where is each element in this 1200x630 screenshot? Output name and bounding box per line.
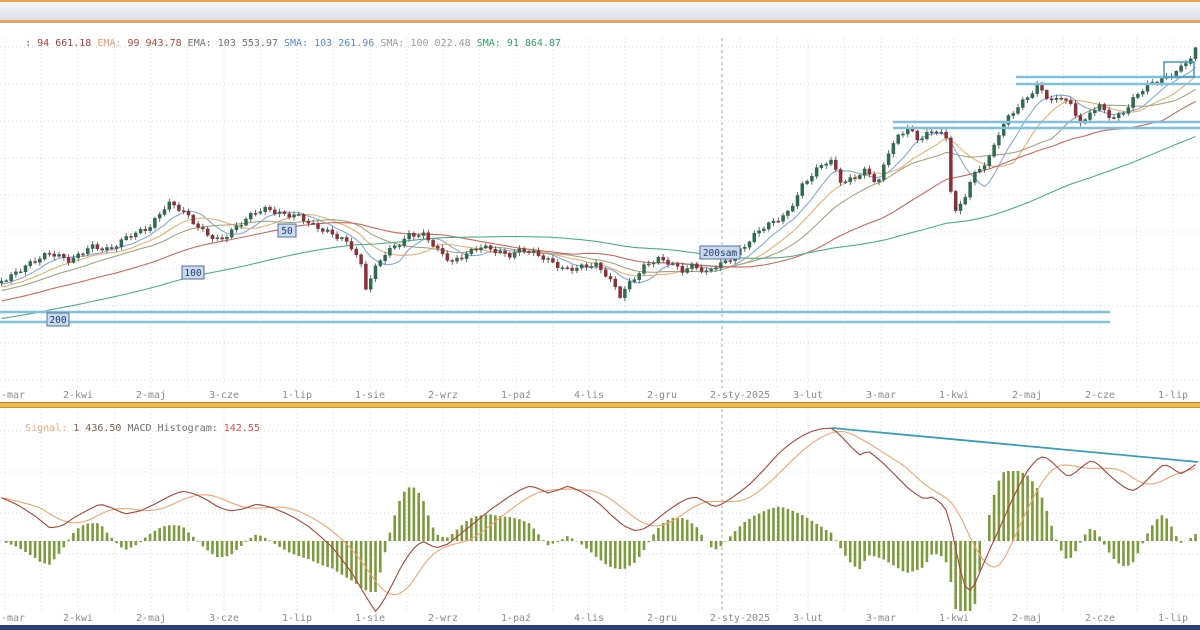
x-tick-label: 2-cze <box>1085 613 1115 624</box>
x-tick-label: 1-lip <box>1158 613 1188 624</box>
x-tick-label: 2-wrz <box>428 390 458 401</box>
x-tick-label: 2-wrz <box>428 613 458 624</box>
x-tick-label: 4-lis <box>574 613 604 624</box>
x-tick-label: 2-kwi <box>63 613 93 624</box>
ma-label-text: 50 <box>281 226 293 237</box>
x-tick-label: 1-paź <box>501 612 531 624</box>
macd-indicator-row: Signal: 1 436.50 MACD Histogram: 142.55 <box>1 409 260 422</box>
ma-line-45 <box>2 101 1196 300</box>
x-tick-label: 2-maj <box>136 613 166 624</box>
x-tick-label: 2-maj <box>1012 390 1042 401</box>
footer-bar <box>0 625 1200 630</box>
ema-slow-value: 103 553.97 <box>218 38 284 49</box>
ma-line-90 <box>2 137 1196 319</box>
ma-label-text: 200sam <box>703 248 738 259</box>
x-tick-label: 1-lip <box>282 390 312 401</box>
macd-trendline[interactable] <box>832 428 1198 462</box>
sma50-label: SMA: <box>284 38 314 49</box>
x-tick-label: 2-kwi <box>63 390 93 401</box>
x-tick-label: -mar <box>1 613 25 624</box>
macd-line <box>2 428 1196 611</box>
ma-label-text: 100 <box>184 268 201 279</box>
x-tick-label: 1-lip <box>1158 390 1188 401</box>
x-tick-label: 3-lut <box>793 390 823 401</box>
ema-fast-label: EMA: <box>97 38 127 49</box>
ma-line-22 <box>2 89 1196 290</box>
x-tick-label: 4-lis <box>574 390 604 401</box>
x-tick-label: 2-sty-2025 <box>710 613 770 624</box>
x-tick-label: 2-cze <box>1085 390 1115 401</box>
price-value: : 94 661.18 <box>25 38 97 49</box>
x-tick-label: 1-paź <box>501 389 531 401</box>
x-tick-label: 1-sie <box>355 613 385 624</box>
price-and-macd-chart[interactable]: -mar 2-kwi 2-maj 3-cze 1-lip 1-sie 2-wrz 1-paź 4… <box>0 0 1200 630</box>
sma50-value: 103 261.96 <box>314 38 380 49</box>
x-tick-label: 3-lut <box>793 613 823 624</box>
ema-slow-label: EMA: <box>188 38 218 49</box>
x-tick-label: 2-gru <box>647 390 677 401</box>
macd-signal-label: Signal: <box>25 423 73 434</box>
x-tick-label: 3-cze <box>209 390 239 401</box>
x-tick-label: 3-mar <box>866 390 896 401</box>
x-tick-label: 3-mar <box>866 613 896 624</box>
sma200-value: 91 864.87 <box>507 38 561 49</box>
price-indicator-row: : 94 661.18 EMA: 99 943.78 EMA: 103 553.… <box>1 24 561 37</box>
macd-signal-value: 1 436.50 <box>73 423 127 434</box>
moving-average-lines <box>2 67 1196 318</box>
macd-pane <box>2 428 1199 611</box>
pane-separator <box>0 402 1200 408</box>
x-tick-label: 1-kwi <box>939 390 969 401</box>
sma100-label: SMA: <box>380 38 410 49</box>
x-tick-label: 1-sie <box>355 390 385 401</box>
x-tick-label: 2-gru <box>647 613 677 624</box>
ma-label-text: 200 <box>49 315 66 326</box>
top-toolbar <box>0 0 1200 23</box>
x-tick-label: -mar <box>1 390 25 401</box>
x-tick-label: 3-cze <box>209 613 239 624</box>
support-resistance-lines <box>0 62 1200 322</box>
x-tick-label: 2-maj <box>136 390 166 401</box>
x-tick-label: 1-lip <box>282 613 312 624</box>
macd-histogram-label: MACD Histogram: <box>127 423 223 434</box>
x-tick-label: 2-sty-2025 <box>710 390 770 401</box>
x-tick-label: 2-maj <box>1012 613 1042 624</box>
ema-fast-value: 99 943.78 <box>127 38 187 49</box>
sma200-label: SMA: <box>477 38 507 49</box>
sma100-value: 100 022.48 <box>410 38 476 49</box>
macd-histogram-value: 142.55 <box>224 423 260 434</box>
chart-window: : 94 661.18 EMA: 99 943.78 EMA: 103 553.… <box>0 0 1200 630</box>
x-tick-label: 1-kwi <box>939 613 969 624</box>
projection-box[interactable] <box>1164 62 1194 77</box>
